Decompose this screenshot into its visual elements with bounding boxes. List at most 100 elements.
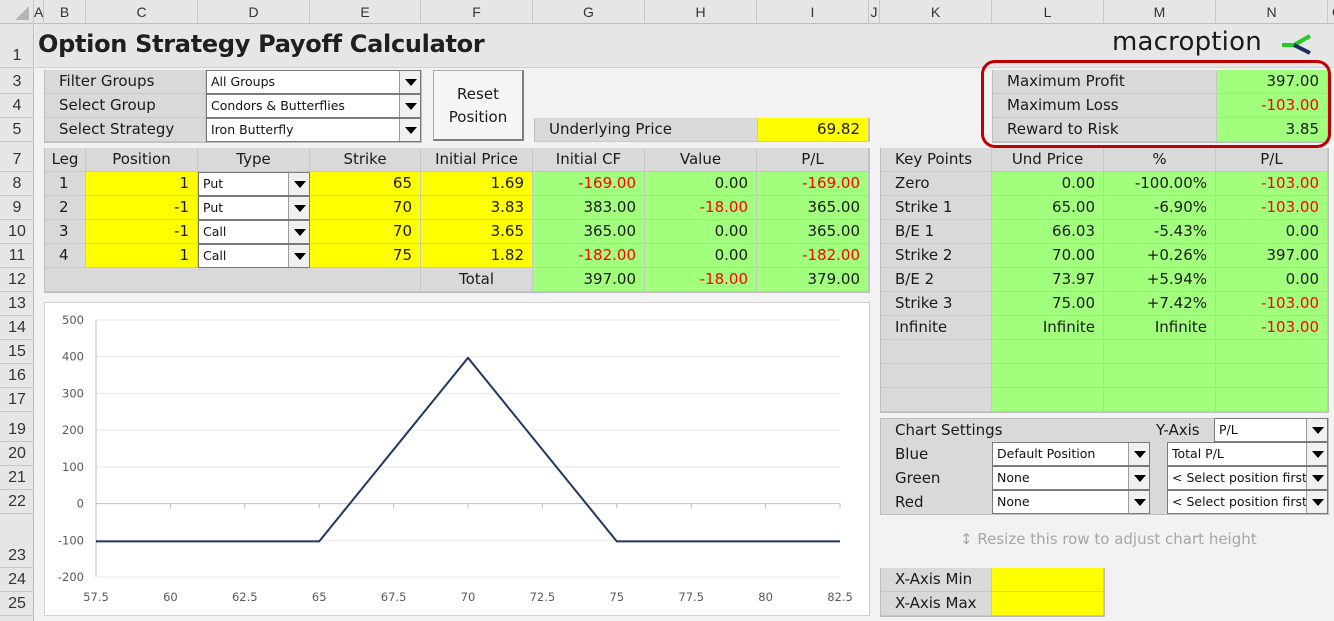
chevron-down-icon[interactable] <box>399 95 420 117</box>
leg-type-dropdown[interactable]: Call <box>198 244 310 268</box>
leg-strike-input[interactable]: 75 <box>310 244 421 268</box>
red-position-dropdown[interactable]: None <box>992 490 1150 514</box>
leg-strike-input[interactable]: 70 <box>310 196 421 220</box>
row-header[interactable]: 8 <box>0 172 34 196</box>
column-header-g[interactable]: G <box>533 0 645 24</box>
select-strategy-dropdown[interactable]: Iron Butterfly <box>206 118 421 142</box>
leg-type-dropdown[interactable]: Call <box>198 220 310 244</box>
x-axis-min-input[interactable] <box>992 568 1104 592</box>
row-header[interactable]: 7 <box>0 148 34 172</box>
column-header-h[interactable]: H <box>645 0 757 24</box>
leg-initial-cf: 383.00 <box>533 196 645 220</box>
green-series-dropdown[interactable]: < Select position first <box>1167 466 1328 490</box>
row-header[interactable]: 21 <box>0 466 34 490</box>
row-header[interactable]: 20 <box>0 442 34 466</box>
chevron-down-icon[interactable] <box>399 71 420 93</box>
column-header-c[interactable]: C <box>86 0 198 24</box>
row-header[interactable]: 12 <box>0 268 34 292</box>
select-all-corner[interactable] <box>0 0 34 24</box>
chevron-down-icon[interactable] <box>1306 491 1327 513</box>
key-point-pl: 397.00 <box>1216 244 1328 268</box>
column-header-d[interactable]: D <box>198 0 310 24</box>
leg-initial-price-input[interactable]: 3.83 <box>421 196 533 220</box>
leg-strike-input[interactable]: 70 <box>310 220 421 244</box>
leg-position-input[interactable]: -1 <box>86 196 198 220</box>
x-axis-max-input[interactable] <box>992 592 1104 616</box>
chevron-down-icon[interactable] <box>288 173 309 195</box>
leg-position-input[interactable]: 1 <box>86 172 198 196</box>
row-header[interactable]: 24 <box>0 568 34 592</box>
column-header-i[interactable]: I <box>757 0 869 24</box>
leg-position-input[interactable]: 1 <box>86 244 198 268</box>
chevron-down-icon[interactable] <box>288 245 309 267</box>
column-header-m[interactable]: M <box>1104 0 1216 24</box>
row-header[interactable]: 3 <box>0 70 34 94</box>
blue-series-dropdown[interactable]: Total P/L <box>1167 442 1328 466</box>
key-point-pl: 0.00 <box>1216 220 1328 244</box>
leg-initial-price-input[interactable]: 1.82 <box>421 244 533 268</box>
row-header[interactable]: 13 <box>0 292 34 316</box>
leg-type-dropdown[interactable]: Put <box>198 172 310 196</box>
column-header-o[interactable]: O <box>1328 0 1334 24</box>
filter-groups-dropdown[interactable]: All Groups <box>206 70 421 94</box>
resize-hint-text: Resize this row to adjust chart height <box>977 530 1257 548</box>
chevron-down-icon[interactable] <box>1128 443 1149 465</box>
column-header-k[interactable]: K <box>880 0 992 24</box>
leg-initial-price-input[interactable]: 1.69 <box>421 172 533 196</box>
leg-type-dropdown[interactable]: Put <box>198 196 310 220</box>
column-header-n[interactable]: N <box>1216 0 1328 24</box>
chevron-down-icon[interactable] <box>1306 419 1327 441</box>
reset-position-button[interactable]: Reset Position <box>433 70 524 141</box>
reset-button-label-line2: Position <box>448 108 508 126</box>
chevron-down-icon[interactable] <box>288 221 309 243</box>
macroption-logo-icon <box>1282 34 1311 55</box>
row-header[interactable]: 25 <box>0 592 34 616</box>
column-header-a[interactable]: A <box>34 0 44 24</box>
column-header-b[interactable]: B <box>44 0 86 24</box>
payoff-chart[interactable]: 500 400 300 200 100 0 -100 -200 57.5 60 62.5 65 67.5… <box>44 302 870 616</box>
y-axis-dropdown[interactable]: P/L <box>1214 418 1328 442</box>
y-tick-label: -200 <box>58 570 84 584</box>
key-point-pl: -103.00 <box>1216 172 1328 196</box>
row-header[interactable]: 14 <box>0 316 34 340</box>
chevron-down-icon[interactable] <box>1128 467 1149 489</box>
underlying-price-input[interactable]: 69.82 <box>758 118 869 142</box>
chevron-down-icon[interactable] <box>1306 467 1327 489</box>
leg-position-input[interactable]: -1 <box>86 220 198 244</box>
key-point-pct: -5.43% <box>1104 220 1216 244</box>
red-series-dropdown[interactable]: < Select position first <box>1167 490 1328 514</box>
row-header[interactable]: 10 <box>0 220 34 244</box>
leg-strike-input[interactable]: 65 <box>310 172 421 196</box>
column-header-e[interactable]: E <box>310 0 421 24</box>
key-point-price: 0.00 <box>992 172 1104 196</box>
chevron-down-icon[interactable] <box>288 197 309 219</box>
column-header-l[interactable]: L <box>992 0 1104 24</box>
empty-cell <box>1104 388 1216 412</box>
green-position-dropdown[interactable]: None <box>992 466 1150 490</box>
chevron-down-icon[interactable] <box>1128 491 1149 513</box>
select-group-dropdown[interactable]: Condors & Butterflies <box>206 94 421 118</box>
blue-position-value: Default Position <box>997 446 1096 461</box>
chevron-down-icon[interactable] <box>1306 443 1327 465</box>
key-point-price: Infinite <box>992 316 1104 340</box>
row-header[interactable]: 17 <box>0 388 34 412</box>
row-header[interactable]: 11 <box>0 244 34 268</box>
chevron-down-icon[interactable] <box>399 119 420 141</box>
row-header[interactable]: 5 <box>0 118 34 142</box>
row-header[interactable]: 19 <box>0 418 34 442</box>
column-header-j[interactable]: J <box>869 0 880 24</box>
row-header[interactable]: 9 <box>0 196 34 220</box>
row-header[interactable]: 15 <box>0 340 34 364</box>
macroption-logo-text: macroption <box>1112 27 1262 57</box>
empty-cell <box>992 364 1104 388</box>
empty-cell <box>1216 364 1328 388</box>
column-header-f[interactable]: F <box>421 0 533 24</box>
leg-initial-price-input[interactable]: 3.65 <box>421 220 533 244</box>
row-header[interactable]: 4 <box>0 94 34 118</box>
key-point-pl: -103.00 <box>1216 196 1328 220</box>
row-header[interactable]: 1 <box>0 24 34 68</box>
row-header[interactable]: 22 <box>0 490 34 514</box>
blue-position-dropdown[interactable]: Default Position <box>992 442 1150 466</box>
row-header[interactable]: 23 <box>0 514 34 568</box>
row-header[interactable]: 16 <box>0 364 34 388</box>
